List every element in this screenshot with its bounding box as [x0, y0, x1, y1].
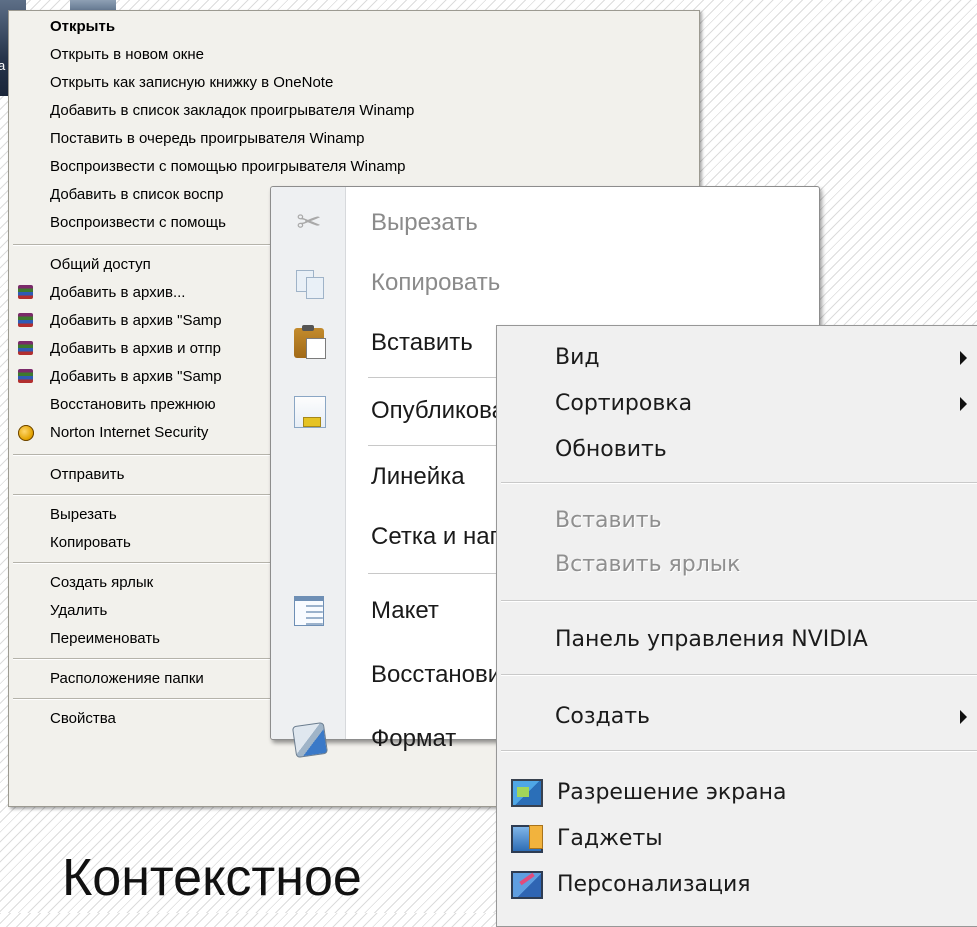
menu-item-label: Добавить в архив и отпр: [50, 340, 222, 357]
menu-item-personalization[interactable]: Персонализация: [497, 860, 977, 906]
menu-item-winamp-play[interactable]: Воспроизвести с помощью проигрывателя Wi…: [9, 154, 699, 180]
menu-item-refresh[interactable]: Обновить: [497, 425, 977, 471]
menu-item-label: Открыть как записную книжку в OneNote: [50, 74, 334, 91]
menu-item-label: Добавить в архив "Samp: [50, 312, 222, 329]
desktop-context-menu: Вид Сортировка Обновить Вставить Вставит…: [496, 325, 977, 927]
menu-item-copy[interactable]: Копировать: [271, 255, 819, 313]
menu-item-paste-shortcut[interactable]: Вставить ярлык: [497, 540, 977, 586]
screen-resolution-icon: [511, 779, 543, 807]
format-icon: [291, 721, 329, 759]
menu-item-label: Персонализация: [557, 872, 751, 897]
menu-item-winamp-bookmark[interactable]: Добавить в список закладок проигрывателя…: [9, 98, 699, 124]
menu-item-label: Добавить в список воспр: [50, 186, 224, 203]
menu-item-label: Линейка: [371, 463, 465, 490]
menu-item-label: Поставить в очередь проигрывателя Winamp: [50, 130, 365, 147]
submenu-arrow-icon: [960, 351, 967, 365]
winrar-icon: [18, 285, 33, 299]
menu-item-label: Добавить в архив "Samp: [50, 368, 222, 385]
menu-item-label: Воспроизвести с помощь: [50, 214, 226, 231]
menu-item-label: Отправить: [50, 466, 125, 483]
menu-item-open[interactable]: Открыть: [9, 14, 699, 40]
menu-item-label: Открыть в новом окне: [50, 46, 204, 63]
menu-item-label: Обновить: [555, 437, 667, 462]
thumbnail-letter: a: [0, 58, 6, 73]
menu-item-label: Формат: [371, 725, 457, 752]
menu-item-gadgets[interactable]: Гаджеты: [497, 814, 977, 860]
menu-item-label: Макет: [371, 597, 439, 624]
menu-item-nvidia-control-panel[interactable]: Панель управления NVIDIA: [497, 615, 977, 661]
menu-item-label: Разрешение экрана: [557, 780, 787, 805]
menu-item-sort[interactable]: Сортировка: [497, 379, 977, 425]
winrar-icon: [18, 341, 33, 355]
norton-icon: [18, 425, 34, 441]
menu-item-label: Вставить ярлык: [555, 552, 741, 577]
menu-item-screen-resolution[interactable]: Разрешение экрана: [497, 768, 977, 814]
menu-item-view[interactable]: Вид: [497, 333, 977, 379]
personalization-icon: [511, 871, 543, 899]
menu-item-open-new-window[interactable]: Открыть в новом окне: [9, 42, 699, 68]
menu-item-label: Общий доступ: [50, 256, 151, 273]
winrar-icon: [18, 369, 33, 383]
menu-item-label: Панель управления NVIDIA: [555, 627, 868, 652]
menu-item-label: Гаджеты: [557, 826, 663, 851]
menu-item-label: Открыть: [50, 18, 116, 35]
menu-separator: [501, 674, 977, 676]
menu-item-label: Добавить в архив...: [50, 284, 186, 301]
menu-item-paste[interactable]: Вставить: [497, 496, 977, 542]
menu-item-label: Удалить: [50, 602, 108, 619]
menu-item-label: Создать ярлык: [50, 574, 154, 591]
menu-item-new[interactable]: Создать: [497, 692, 977, 738]
menu-item-label: Воспроизвести с помощью проигрывателя Wi…: [50, 158, 406, 175]
menu-item-label: Восстановить прежнюю: [50, 396, 216, 413]
copy-icon: [294, 268, 324, 299]
slide-caption: Контекстное: [62, 849, 362, 907]
submenu-arrow-icon: [960, 710, 967, 724]
publish-icon: [294, 396, 326, 428]
scissors-icon: ✂: [296, 206, 322, 239]
menu-item-label: Вырезать: [50, 506, 117, 523]
desktop-background-thumbnail-2: [70, 0, 116, 10]
menu-item-winamp-enqueue[interactable]: Поставить в очередь проигрывателя Winamp: [9, 126, 699, 152]
menu-item-label: Добавить в список закладок проигрывателя…: [50, 102, 415, 119]
menu-item-label: Сортировка: [555, 391, 693, 416]
menu-item-label: Переименовать: [50, 630, 160, 647]
menu-item-label: Свойства: [50, 710, 116, 727]
menu-item-open-onenote[interactable]: Открыть как записную книжку в OneNote: [9, 70, 699, 96]
winrar-icon: [18, 313, 33, 327]
menu-item-label: Norton Internet Security: [50, 424, 209, 441]
gadgets-icon: [511, 825, 543, 853]
menu-separator: [501, 600, 977, 602]
menu-item-label: Вставить: [555, 508, 662, 533]
menu-item-label: Создать: [555, 704, 650, 729]
paste-icon: [294, 325, 326, 359]
menu-item-cut[interactable]: ✂ Вырезать: [271, 195, 819, 253]
menu-item-label: Вид: [555, 345, 600, 370]
menu-separator: [501, 482, 977, 484]
menu-item-label: Вырезать: [371, 209, 478, 236]
menu-item-label: Копировать: [371, 269, 501, 296]
layout-icon: [294, 596, 324, 626]
menu-item-label: Вставить: [371, 329, 473, 356]
submenu-arrow-icon: [960, 397, 967, 411]
menu-item-label: Расположенияе папки: [50, 670, 204, 687]
menu-separator: [501, 750, 977, 752]
menu-item-label: Копировать: [50, 534, 131, 551]
